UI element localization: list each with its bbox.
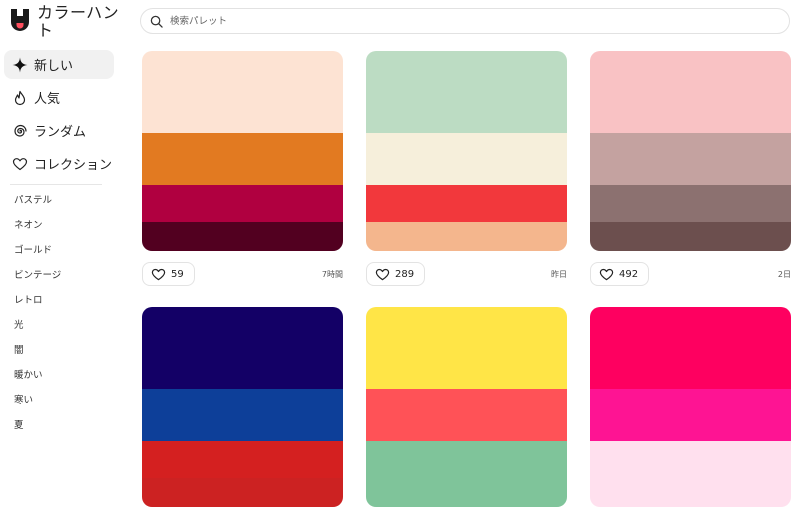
tag-gold[interactable]: ゴールド [14, 240, 114, 265]
palette-swatch[interactable] [142, 185, 343, 222]
palette-card[interactable] [366, 307, 567, 507]
palette-footer: 492 2日 [590, 261, 791, 287]
heart-icon [599, 268, 614, 280]
palette-swatch[interactable] [590, 133, 791, 185]
tag-list: パステル ネオン ゴールド ビンテージ レトロ 光 闇 暖かい 寒い 夏 [14, 190, 114, 440]
flame-icon [14, 90, 26, 105]
like-button[interactable]: 289 [366, 262, 426, 286]
search-input[interactable] [168, 14, 752, 28]
palette-swatch[interactable] [366, 478, 567, 507]
heart-icon [12, 157, 28, 170]
palette-time: 7時間 [321, 269, 343, 279]
tag-summer[interactable]: 夏 [14, 415, 114, 440]
tag-pastel[interactable]: パステル [14, 190, 114, 215]
palette-swatch[interactable] [590, 185, 791, 222]
tag-dark[interactable]: 闇 [14, 340, 114, 365]
main-nav: 新しい 人気 ランダム コレクション [4, 50, 114, 182]
tag-cold[interactable]: 寒い [14, 390, 114, 415]
palette-swatch[interactable] [590, 51, 791, 133]
palette-swatch[interactable] [142, 389, 343, 441]
heart-icon [375, 268, 390, 280]
palette-swatch[interactable] [366, 389, 567, 441]
heart-icon [151, 268, 166, 280]
like-count: 492 [619, 268, 639, 280]
palette-card[interactable] [366, 51, 567, 251]
palette-card[interactable] [142, 307, 343, 507]
palette-swatch[interactable] [590, 389, 791, 441]
nav-item-label: コレクション [34, 158, 113, 173]
palette-swatch[interactable] [142, 133, 343, 185]
palette-swatch[interactable] [590, 478, 791, 507]
like-button[interactable]: 59 [142, 262, 195, 286]
palette-swatch[interactable] [590, 307, 791, 389]
tag-warm[interactable]: 暖かい [14, 365, 114, 390]
palette-swatch[interactable] [366, 185, 567, 222]
palette-swatch[interactable] [142, 222, 343, 251]
sidebar: カラーハント 新しい 人気 ランダム コレクション パステル ネオン ゴールド … [0, 0, 122, 445]
palette-swatch[interactable] [142, 51, 343, 133]
nav-item-popular[interactable]: 人気 [4, 83, 114, 112]
search-bar [140, 8, 790, 34]
nav-item-new[interactable]: 新しい [4, 50, 114, 79]
tag-retro[interactable]: レトロ [14, 290, 114, 315]
app-title: カラーハント [37, 3, 120, 40]
logo-icon [11, 9, 29, 31]
palette-card[interactable] [590, 307, 791, 507]
palette-swatch[interactable] [142, 441, 343, 478]
palette-swatch[interactable] [366, 441, 567, 478]
palette-swatch[interactable] [590, 441, 791, 478]
palette-swatch[interactable] [142, 478, 343, 507]
tag-neon[interactable]: ネオン [14, 215, 114, 240]
sparkle-icon [12, 57, 28, 72]
palette-swatch[interactable] [366, 307, 567, 389]
like-count: 59 [171, 268, 184, 280]
like-count: 289 [395, 268, 415, 280]
palette-swatch[interactable] [590, 222, 791, 251]
palette-footer: 59 7時間 [142, 261, 343, 287]
palette-swatch[interactable] [366, 222, 567, 251]
palette-card[interactable] [590, 51, 791, 251]
palette-time: 2日 [777, 269, 791, 279]
nav-item-label: ランダム [34, 125, 87, 140]
like-button[interactable]: 492 [590, 262, 650, 286]
search-icon [150, 15, 163, 28]
palette-swatch[interactable] [142, 307, 343, 389]
nav-item-collection[interactable]: コレクション [4, 149, 114, 178]
nav-item-label: 人気 [34, 92, 61, 107]
nav-item-random[interactable]: ランダム [4, 116, 114, 145]
palette-swatch[interactable] [366, 51, 567, 133]
spiral-icon [14, 124, 27, 137]
divider [10, 184, 102, 185]
tag-light[interactable]: 光 [14, 315, 114, 340]
palette-footer: 289 昨日 [366, 261, 567, 287]
logo[interactable]: カラーハント [8, 4, 123, 40]
palette-swatch[interactable] [366, 133, 567, 185]
palette-card[interactable] [142, 51, 343, 251]
palette-time: 昨日 [551, 269, 567, 279]
nav-item-label: 新しい [34, 59, 74, 74]
tag-vintage[interactable]: ビンテージ [14, 265, 114, 290]
